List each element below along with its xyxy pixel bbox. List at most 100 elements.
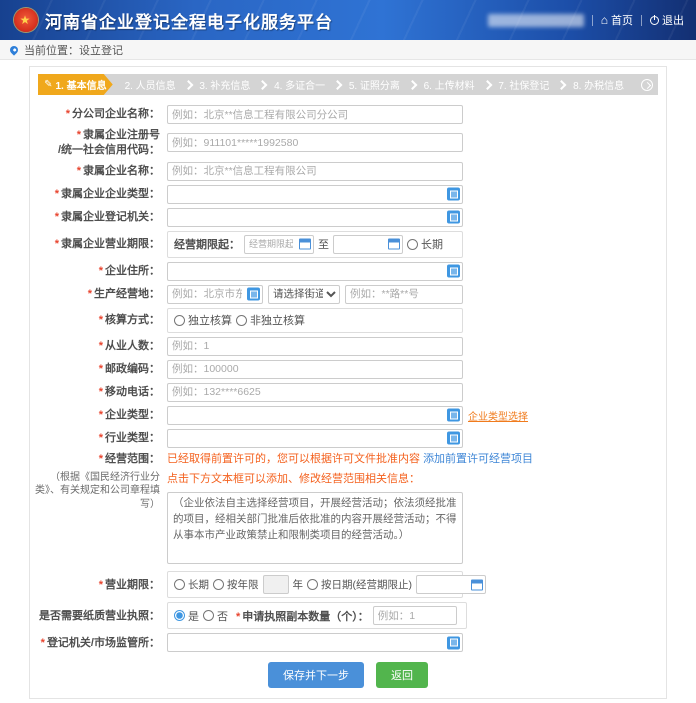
tab-basic-info[interactable]: ✎ 1. 基本信息 xyxy=(38,74,113,95)
company-address-input[interactable] xyxy=(167,262,463,281)
term-years-input[interactable] xyxy=(263,575,289,594)
tab-label: 6. 上传材料 xyxy=(424,77,475,92)
paper-license-no-radio[interactable] xyxy=(203,610,214,621)
biz-term-date-radio[interactable] xyxy=(307,579,318,590)
field-label: 移动电话： xyxy=(105,386,160,398)
independent-accounting-radio[interactable] xyxy=(174,315,185,326)
registration-authority-input[interactable] xyxy=(167,633,463,652)
picker-icon[interactable] xyxy=(247,288,260,301)
required-asterisk: * xyxy=(55,238,59,250)
copies-label: 申请执照副本数量（个）： xyxy=(242,611,369,623)
employee-count-input[interactable] xyxy=(167,337,463,356)
term-long-option[interactable]: 长期 xyxy=(174,577,209,592)
company-type-select-link[interactable]: 企业类型选择 xyxy=(468,408,528,423)
required-asterisk: * xyxy=(99,314,103,326)
picker-icon[interactable] xyxy=(447,265,460,278)
required-asterisk: * xyxy=(99,409,103,421)
paper-license-yes-radio[interactable] xyxy=(174,610,185,621)
picker-icon[interactable] xyxy=(447,211,460,224)
paper-license-no-option[interactable]: 否 xyxy=(203,608,228,624)
back-button[interactable]: 返回 xyxy=(376,662,428,688)
prior-permit-notice: 已经取得前置许可的，您可以根据许可文件批准内容 添加前置许可经营项目 xyxy=(167,452,661,467)
logout-link-label: 退出 xyxy=(662,12,684,28)
save-next-button[interactable]: 保存并下一步 xyxy=(268,662,364,688)
picker-icon[interactable] xyxy=(447,188,460,201)
calendar-icon[interactable] xyxy=(388,239,400,250)
nav-divider xyxy=(641,15,642,26)
term-by-years-option[interactable]: 按年限 xyxy=(213,577,259,592)
business-scope-textarea[interactable]: （企业依法自主选择经营项目，开展经营活动；依法须经批准的项目，经相关部门批准后依… xyxy=(167,492,463,564)
field-operation-place: *生产经营地： 请选择街道 xyxy=(35,285,661,304)
required-asterisk: * xyxy=(99,265,103,277)
field-label: 生产经营地： xyxy=(94,288,160,300)
tab-label: 4. 多证合一 xyxy=(274,77,325,92)
required-asterisk: * xyxy=(55,188,59,200)
field-label: 登记机关/市场监管所： xyxy=(47,637,160,649)
non-independent-accounting-radio[interactable] xyxy=(236,315,247,326)
biz-term-years-radio[interactable] xyxy=(213,579,224,590)
term-long-radio[interactable] xyxy=(407,239,418,250)
field-label: 核算方式： xyxy=(105,314,160,326)
add-prior-permit-link[interactable]: 添加前置许可经营项目 xyxy=(423,453,533,465)
field-label: 隶属企业登记机关： xyxy=(61,211,160,223)
step-progress-bar: ✎ 1. 基本信息 2. 人员信息 3. 补充信息 4. 多证合一 5. 证照分… xyxy=(38,74,658,95)
field-label: 邮政编码： xyxy=(105,363,160,375)
parent-credit-code-input[interactable] xyxy=(167,133,463,152)
tab-tax-info[interactable]: 8. 办税信息 xyxy=(561,74,636,95)
required-asterisk: * xyxy=(99,340,103,352)
picker-icon[interactable] xyxy=(447,432,460,445)
non-independent-accounting-option[interactable]: 非独立核算 xyxy=(236,312,305,328)
tab-certificate-separation[interactable]: 5. 证照分离 xyxy=(337,74,412,95)
tab-upload-materials[interactable]: 6. 上传材料 xyxy=(412,74,487,95)
postcode-input[interactable] xyxy=(167,360,463,379)
operation-street-detail-input[interactable] xyxy=(345,285,463,304)
nav-divider xyxy=(592,15,593,26)
picker-icon[interactable] xyxy=(447,636,460,649)
field-parent-business-term: *隶属企业营业期限： 经营期限起： 至 长期 xyxy=(35,231,661,258)
parent-company-type-input[interactable] xyxy=(167,185,463,204)
required-asterisk: * xyxy=(99,453,103,465)
tab-multi-certificate[interactable]: 4. 多证合一 xyxy=(262,74,337,95)
field-label: 隶属企业注册号 xyxy=(83,129,160,141)
tab-label: 1. 基本信息 xyxy=(56,77,107,92)
main-panel: ✎ 1. 基本信息 2. 人员信息 3. 补充信息 4. 多证合一 5. 证照分… xyxy=(29,66,667,699)
tab-label: 8. 办税信息 xyxy=(573,77,624,92)
business-scope-hint: （根据《国民经济行业分类》、有关规定和公司章程填写） xyxy=(35,471,160,512)
logout-link[interactable]: 退出 xyxy=(650,12,684,28)
field-branch-company-name: *分公司企业名称： xyxy=(35,105,661,124)
tab-label: 2. 人员信息 xyxy=(125,77,176,92)
header-nav: ⌂ 首页 退出 xyxy=(488,12,684,28)
tab-label: 5. 证照分离 xyxy=(349,77,400,92)
tab-personnel-info[interactable]: 2. 人员信息 xyxy=(113,74,188,95)
field-company-address: *企业住所： xyxy=(35,262,661,281)
home-link-label: 首页 xyxy=(611,12,633,28)
paper-license-yes-option[interactable]: 是 xyxy=(174,608,199,624)
home-icon: ⌂ xyxy=(601,14,608,26)
calendar-icon[interactable] xyxy=(471,579,483,590)
parent-registration-authority-input[interactable] xyxy=(167,208,463,227)
home-link[interactable]: ⌂ 首页 xyxy=(601,12,633,28)
mobile-phone-input[interactable] xyxy=(167,383,463,402)
required-asterisk: * xyxy=(77,165,81,177)
field-mobile-phone: *移动电话： xyxy=(35,383,661,402)
license-copies-input[interactable] xyxy=(373,606,457,625)
industry-type-input[interactable] xyxy=(167,429,463,448)
street-select[interactable]: 请选择街道 xyxy=(268,285,340,304)
tab-social-security[interactable]: 7. 社保登记 xyxy=(487,74,562,95)
field-label: 企业类型： xyxy=(105,409,160,421)
company-type-input[interactable] xyxy=(167,406,463,425)
breadcrumb-text: 当前位置：设立登记 xyxy=(24,42,123,58)
branch-company-name-input[interactable] xyxy=(167,105,463,124)
required-asterisk: * xyxy=(77,129,81,141)
picker-icon[interactable] xyxy=(447,409,460,422)
independent-accounting-option[interactable]: 独立核算 xyxy=(174,312,232,328)
calendar-icon[interactable] xyxy=(299,239,311,250)
steps-overflow-button[interactable] xyxy=(636,74,658,95)
term-long-option[interactable]: 长期 xyxy=(407,236,443,252)
biz-term-long-radio[interactable] xyxy=(174,579,185,590)
term-by-date-option[interactable]: 按日期(经营期限止) xyxy=(307,577,412,592)
parent-company-name-input[interactable] xyxy=(167,162,463,181)
field-accounting-method: *核算方式： 独立核算 非独立核算 xyxy=(35,308,661,333)
tab-supplementary-info[interactable]: 3. 补充信息 xyxy=(188,74,263,95)
required-asterisk: * xyxy=(88,288,92,300)
